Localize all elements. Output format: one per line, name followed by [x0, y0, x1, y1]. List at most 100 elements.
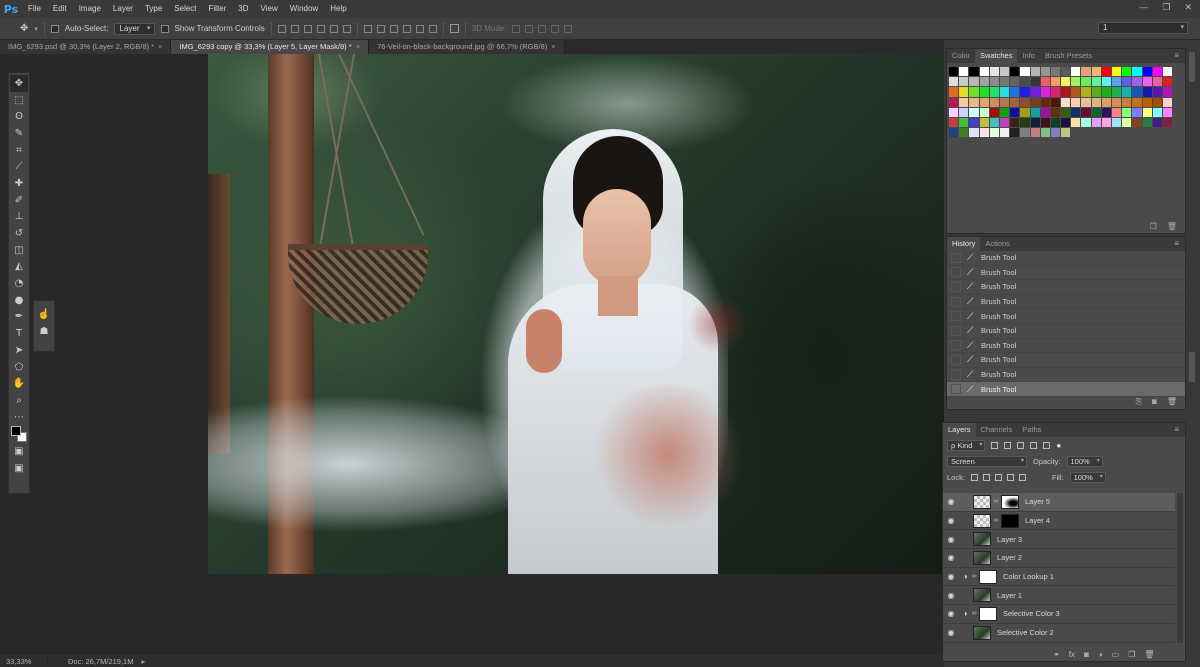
color-swatch[interactable] [1020, 87, 1030, 97]
color-swatch[interactable] [1040, 97, 1050, 107]
color-swatch[interactable] [1122, 107, 1132, 117]
mask-link-icon[interactable]: ∞ [993, 498, 999, 505]
brush-tool-icon[interactable]: ✐ [10, 192, 28, 209]
color-swatch[interactable] [1030, 117, 1040, 128]
crop-tool-icon[interactable]: ⌗ [10, 142, 28, 159]
color-swatch[interactable] [999, 97, 1010, 107]
history-source-checkbox[interactable] [951, 369, 961, 380]
color-swatch[interactable] [949, 97, 959, 107]
filter-pixel-icon[interactable] [991, 441, 999, 449]
align-vcenter-icon[interactable] [290, 24, 299, 33]
color-swatch[interactable] [1132, 107, 1142, 117]
shape-tool-icon[interactable]: ⬠ [10, 359, 28, 376]
color-swatch[interactable] [1162, 87, 1173, 97]
document-tab[interactable]: IMG_6293 copy @ 33,3% (Layer 5, Layer Ma… [171, 40, 370, 54]
visibility-eye-icon[interactable]: ◉ [943, 553, 959, 562]
color-swatch[interactable] [1010, 128, 1020, 138]
snapshot-camera-icon[interactable]: ◙ [1152, 397, 1157, 407]
history-source-checkbox[interactable] [951, 252, 961, 263]
history-state[interactable]: ⟋ Brush Tool [947, 295, 1185, 310]
color-swatch[interactable] [1030, 67, 1040, 77]
history-source-checkbox[interactable] [951, 384, 961, 395]
visibility-eye-icon[interactable]: ◉ [943, 535, 959, 544]
color-swatch[interactable] [1162, 107, 1173, 117]
color-swatch[interactable] [979, 107, 989, 117]
new-document-from-state-icon[interactable]: ⎘ [1136, 397, 1142, 407]
color-swatch[interactable] [1142, 67, 1152, 77]
layer-thumbnail[interactable] [973, 588, 991, 603]
menu-help[interactable]: Help [324, 0, 352, 18]
color-swatch[interactable] [1071, 77, 1081, 87]
color-swatch[interactable] [949, 77, 959, 87]
layer-thumbnail[interactable] [973, 532, 991, 547]
layer-thumbnail[interactable] [973, 513, 991, 528]
color-swatch[interactable] [1030, 77, 1040, 87]
history-source-checkbox[interactable] [951, 267, 961, 278]
tab-swatches[interactable]: Swatches [974, 49, 1018, 63]
color-swatches[interactable] [10, 425, 28, 443]
adjustment-icon[interactable]: ◑ [1098, 650, 1103, 659]
new-layer-icon[interactable]: ❐ [1128, 650, 1135, 659]
filter-toggle-icon[interactable]: ● [1056, 441, 1061, 450]
color-swatch[interactable] [1091, 67, 1101, 77]
color-swatch[interactable] [1081, 107, 1091, 117]
puppet-icon[interactable]: ☝ [38, 309, 50, 320]
close-tab-icon[interactable]: × [551, 42, 555, 51]
color-swatch[interactable] [949, 67, 959, 77]
color-swatch[interactable] [989, 107, 999, 117]
history-source-checkbox[interactable] [951, 325, 961, 336]
color-swatch[interactable] [1010, 117, 1020, 128]
color-swatch[interactable] [1020, 97, 1030, 107]
trash-icon[interactable]: 🗑 [1167, 397, 1177, 407]
visibility-eye-icon[interactable]: ◉ [943, 497, 959, 506]
color-swatch[interactable] [989, 87, 999, 97]
color-swatch[interactable] [1122, 117, 1132, 128]
tab-color[interactable]: Color [947, 49, 975, 63]
orbit-3d-icon[interactable] [512, 24, 521, 33]
preset-dropdown-icon[interactable]: ▾ [34, 25, 38, 33]
mask-link-icon[interactable]: ∞ [971, 573, 977, 580]
slide-3d-icon[interactable] [551, 24, 560, 33]
color-swatch[interactable] [989, 77, 999, 87]
lock-artboard-icon[interactable] [1006, 473, 1014, 481]
color-swatch[interactable] [1101, 97, 1111, 107]
align-bottom-icon[interactable] [303, 24, 312, 33]
quick-select-tool-icon[interactable]: ✎ [10, 125, 28, 142]
color-swatch[interactable] [999, 67, 1010, 77]
color-swatch[interactable] [1050, 128, 1061, 138]
scrollbar-thumb[interactable] [1189, 52, 1195, 82]
mores-tool-icon[interactable]: ⋯ [10, 409, 28, 426]
history-state[interactable]: ⟋ Brush Tool [947, 309, 1185, 324]
layer-row[interactable]: ◉ Layer 3 [943, 530, 1175, 550]
color-swatch[interactable] [1020, 67, 1030, 77]
layer-row[interactable]: ◉ ∞ Layer 4 [943, 512, 1175, 531]
color-swatch[interactable] [989, 117, 999, 128]
history-state[interactable]: ⟋ Brush Tool [947, 353, 1185, 368]
color-swatch[interactable] [969, 128, 979, 138]
color-swatch[interactable] [1071, 97, 1081, 107]
move-tool-preset-icon[interactable]: ✥ [20, 23, 28, 34]
color-swatch[interactable] [1030, 107, 1040, 117]
color-swatch[interactable] [1132, 77, 1142, 87]
menu-type[interactable]: Type [139, 0, 168, 18]
color-swatch[interactable] [1101, 107, 1111, 117]
restore-icon[interactable]: ❐ [1162, 2, 1170, 13]
color-swatch[interactable] [959, 67, 969, 77]
color-swatch[interactable] [1112, 117, 1122, 128]
menu-layer[interactable]: Layer [107, 0, 139, 18]
history-state[interactable]: ⟋ Brush Tool [947, 266, 1185, 281]
color-swatch[interactable] [1112, 87, 1122, 97]
color-swatch[interactable] [1122, 77, 1132, 87]
color-swatch[interactable] [1030, 97, 1040, 107]
filter-adjustment-icon[interactable] [1004, 441, 1012, 449]
color-swatch[interactable] [959, 117, 969, 128]
color-swatch[interactable] [959, 87, 969, 97]
show-transform-checkbox[interactable] [160, 24, 169, 33]
color-swatch[interactable] [999, 87, 1010, 97]
dodge-tool-icon[interactable]: ● [10, 292, 28, 309]
color-swatch[interactable] [969, 87, 979, 97]
color-swatch[interactable] [979, 67, 989, 77]
color-swatch[interactable] [1112, 107, 1122, 117]
color-swatch[interactable] [1142, 117, 1152, 128]
panel-menu-icon[interactable]: ≡ [1174, 425, 1179, 434]
